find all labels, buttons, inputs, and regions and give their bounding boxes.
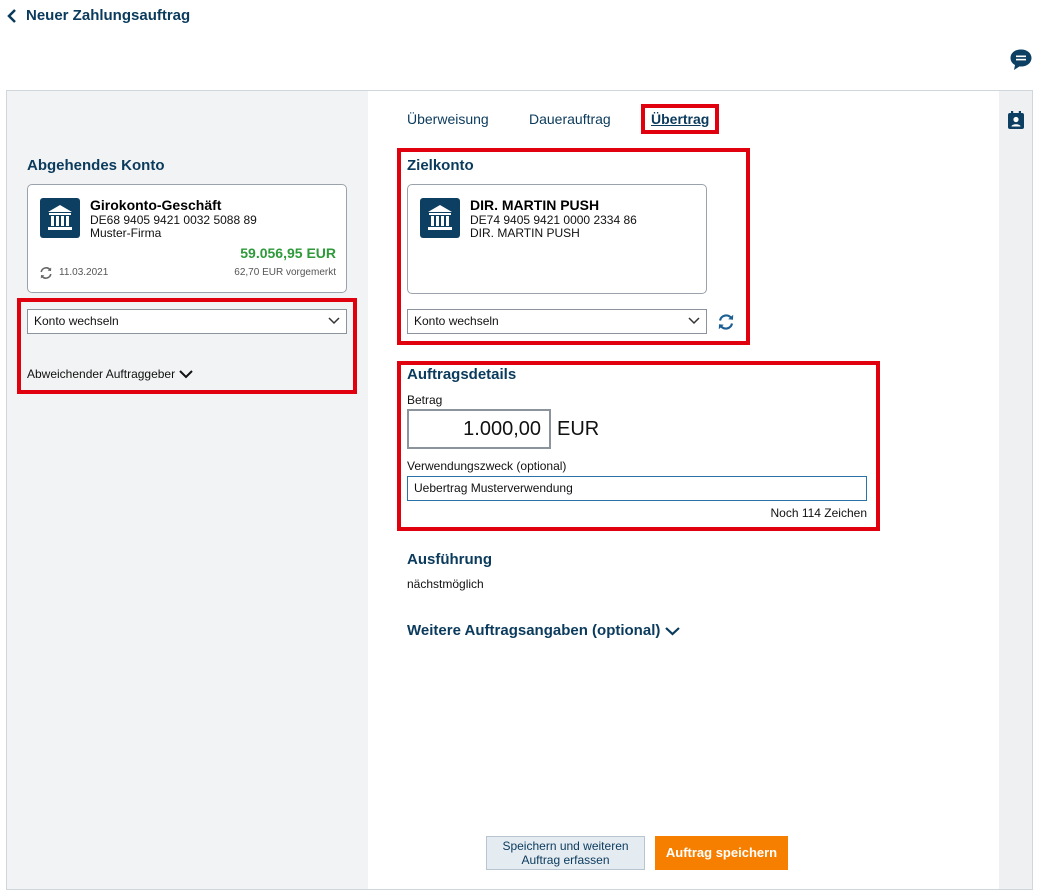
top-bar: Neuer Zahlungsauftrag (0, 0, 1039, 34)
select-value: Konto wechseln (414, 314, 499, 328)
target-account-switch-select[interactable]: Konto wechseln (407, 309, 707, 334)
bank-icon (40, 198, 80, 238)
swap-accounts-icon[interactable] (717, 313, 735, 331)
bank-icon (420, 198, 460, 238)
target-account-title: Zielkonto (407, 157, 474, 174)
account-balance: 59.056,95 EUR (240, 245, 336, 261)
balance-date: 11.03.2021 (59, 267, 109, 278)
account-holder: Muster-Firma (90, 226, 162, 240)
source-account-title: Abgehendes Konto (27, 157, 165, 174)
account-name: Girokonto-Geschäft (90, 197, 222, 213)
chars-remaining: Noch 114 Zeichen (770, 506, 867, 520)
amount-label: Betrag (407, 393, 443, 407)
source-account-card[interactable]: Girokonto-Geschäft DE68 9405 9421 0032 5… (27, 184, 347, 293)
contact-card-icon[interactable] (1008, 111, 1024, 129)
refresh-icon[interactable] (39, 266, 53, 280)
account-holder: DIR. MARTIN PUSH (470, 226, 580, 240)
different-originator-label: Abweichender Auftraggeber (27, 367, 176, 381)
save-and-new-button[interactable]: Speichern und weiteren Auftrag erfassen (486, 836, 645, 870)
tab-ueberweisung[interactable]: Überweisung (407, 111, 489, 127)
execution-title: Ausführung (407, 551, 492, 568)
chevron-down-icon (179, 370, 193, 379)
save-order-button[interactable]: Auftrag speichern (655, 836, 788, 870)
account-iban: DE74 9405 9421 0000 2334 86 (470, 213, 637, 227)
target-account-card[interactable]: DIR. MARTIN PUSH DE74 9405 9421 0000 233… (407, 184, 707, 294)
tab-uebertrag[interactable]: Übertrag (651, 111, 709, 127)
reserved-amount: 62,70 EUR vorgemerkt (234, 267, 336, 278)
more-details-toggle[interactable]: Weitere Auftragsangaben (optional) (407, 622, 681, 639)
chevron-down-icon (328, 317, 340, 325)
execution-value: nächstmöglich (407, 577, 484, 591)
purpose-input[interactable]: Uebertrag Musterverwendung (407, 476, 867, 501)
chevron-left-icon (7, 8, 16, 23)
amount-input[interactable]: 1.000,00 (407, 409, 551, 449)
chat-bubble-icon[interactable] (1009, 48, 1033, 72)
account-name: DIR. MARTIN PUSH (470, 197, 600, 213)
purpose-label: Verwendungszweck (optional) (407, 459, 567, 473)
back-button[interactable]: Neuer Zahlungsauftrag (6, 7, 190, 24)
chevron-down-icon (665, 626, 681, 635)
account-iban: DE68 9405 9421 0032 5088 89 (90, 213, 257, 227)
different-originator-toggle[interactable]: Abweichender Auftraggeber (27, 367, 193, 381)
more-details-label: Weitere Auftragsangaben (optional) (407, 622, 661, 639)
right-rail (999, 91, 1032, 889)
select-value: Konto wechseln (34, 314, 119, 328)
tab-dauerauftrag[interactable]: Dauerauftrag (529, 111, 611, 127)
page-title: Neuer Zahlungsauftrag (26, 7, 191, 24)
chevron-down-icon (688, 317, 700, 325)
order-details-title: Auftragsdetails (407, 366, 517, 383)
currency-label: EUR (557, 418, 600, 440)
source-account-switch-select[interactable]: Konto wechseln (27, 309, 347, 334)
